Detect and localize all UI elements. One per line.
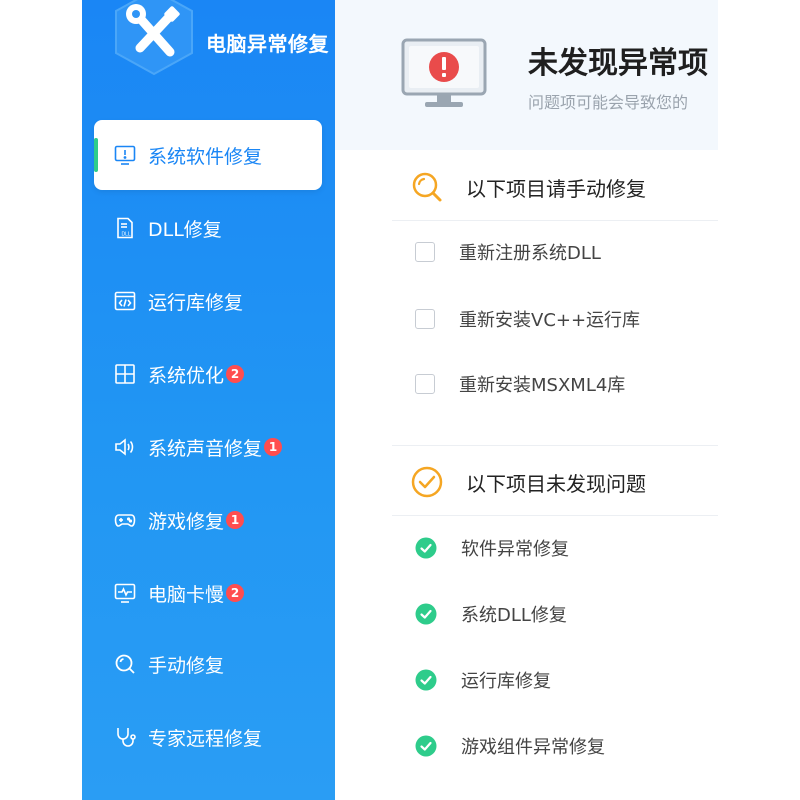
ok-item: 游戏组件异常修复	[415, 726, 605, 766]
app-title: 电脑异常修复	[206, 32, 329, 56]
sidebar-item-game-repair[interactable]: 游戏修复 1	[94, 485, 322, 555]
result-title: 未发现异常项	[528, 46, 708, 81]
sidebar-item-label: 电脑卡慢	[148, 583, 225, 606]
item-label: 系统DLL修复	[461, 605, 567, 626]
section-title: 以下项目请手动修复	[466, 176, 646, 201]
main-panel: 未发现异常项 问题项可能会导致您的 以下项目请手动修复 重新注册系统DLL 重新…	[335, 0, 718, 800]
item-label: 重新安装VC++运行库	[459, 310, 641, 331]
sidebar-item-system-optimize[interactable]: 系统优化 2	[94, 339, 322, 409]
result-header: 未发现异常项 问题项可能会导致您的	[335, 0, 718, 150]
code-window-icon	[112, 288, 138, 314]
monitor-alert-icon	[112, 142, 138, 168]
sidebar-item-label: 系统声音修复	[148, 437, 263, 460]
check-circle-icon	[415, 603, 437, 625]
check-circle-icon	[411, 466, 443, 498]
sidebar-item-pc-slow[interactable]: 电脑卡慢 2	[94, 558, 322, 628]
manual-repair-item[interactable]: 重新安装VC++运行库	[415, 299, 640, 339]
check-circle-icon	[415, 537, 437, 559]
check-circle-icon	[415, 669, 437, 691]
item-checkbox[interactable]	[415, 242, 435, 262]
manual-repair-section-header: 以下项目请手动修复	[392, 154, 718, 221]
notification-badge: 2	[226, 584, 245, 602]
window-right-edge	[718, 0, 800, 800]
manual-repair-item[interactable]: 重新安装MSXML4库	[415, 364, 625, 404]
sidebar-item-label: 手动修复	[148, 654, 225, 677]
ok-item: 系统DLL修复	[415, 594, 567, 634]
notification-badge: 2	[226, 365, 245, 383]
wrench-screwdriver-icon	[115, 0, 193, 76]
item-label: 运行库修复	[461, 671, 551, 692]
sidebar-item-runtime-repair[interactable]: 运行库修复	[94, 266, 322, 336]
monitor-pulse-icon	[112, 580, 138, 606]
ok-item: 运行库修复	[415, 660, 551, 700]
section-divider	[392, 445, 718, 446]
svg-text:DLL: DLL	[122, 232, 131, 238]
stethoscope-icon	[112, 724, 138, 750]
sidebar-item-label: 系统优化	[148, 364, 225, 387]
monitor-alert-icon	[401, 38, 487, 107]
section-title: 以下项目未发现问题	[466, 471, 646, 496]
manual-repair-item[interactable]: 重新注册系统DLL	[415, 232, 601, 272]
search-icon	[112, 651, 138, 677]
ok-section-header: 以下项目未发现问题	[392, 449, 718, 516]
notification-badge: 1	[264, 438, 283, 456]
search-icon	[412, 172, 442, 202]
sidebar-item-label: 运行库修复	[148, 291, 244, 314]
sidebar: 电脑异常修复 系统软件修复 DLL DLL修复 运行库修复 系统优化 2 系统声…	[82, 0, 335, 800]
dll-file-icon: DLL	[112, 215, 138, 241]
sidebar-item-system-software-repair[interactable]: 系统软件修复	[94, 120, 322, 190]
sidebar-item-label: DLL修复	[148, 218, 222, 241]
sidebar-item-label: 游戏修复	[148, 510, 225, 533]
app-logo: 电脑异常修复	[102, 0, 332, 80]
notification-badge: 1	[226, 511, 245, 529]
check-circle-icon	[415, 735, 437, 757]
windows-icon	[112, 361, 138, 387]
sidebar-item-label: 专家远程修复	[148, 727, 263, 750]
window-left-edge	[0, 0, 83, 800]
sidebar-item-expert-remote[interactable]: 专家远程修复	[94, 702, 322, 772]
sidebar-item-label: 系统软件修复	[148, 145, 263, 168]
sidebar-item-dll-repair[interactable]: DLL DLL修复	[94, 193, 322, 263]
gamepad-icon	[112, 507, 138, 533]
item-label: 重新安装MSXML4库	[459, 375, 626, 396]
result-subtitle: 问题项可能会导致您的	[528, 93, 689, 112]
speaker-icon	[112, 434, 138, 460]
sidebar-item-manual-repair[interactable]: 手动修复	[94, 629, 322, 699]
item-label: 重新注册系统DLL	[459, 243, 601, 264]
item-checkbox[interactable]	[415, 309, 435, 329]
ok-item: 软件异常修复	[415, 528, 569, 568]
sidebar-item-sound-repair[interactable]: 系统声音修复 1	[94, 412, 322, 482]
item-checkbox[interactable]	[415, 374, 435, 394]
item-label: 游戏组件异常修复	[461, 737, 605, 758]
item-label: 软件异常修复	[461, 539, 569, 560]
